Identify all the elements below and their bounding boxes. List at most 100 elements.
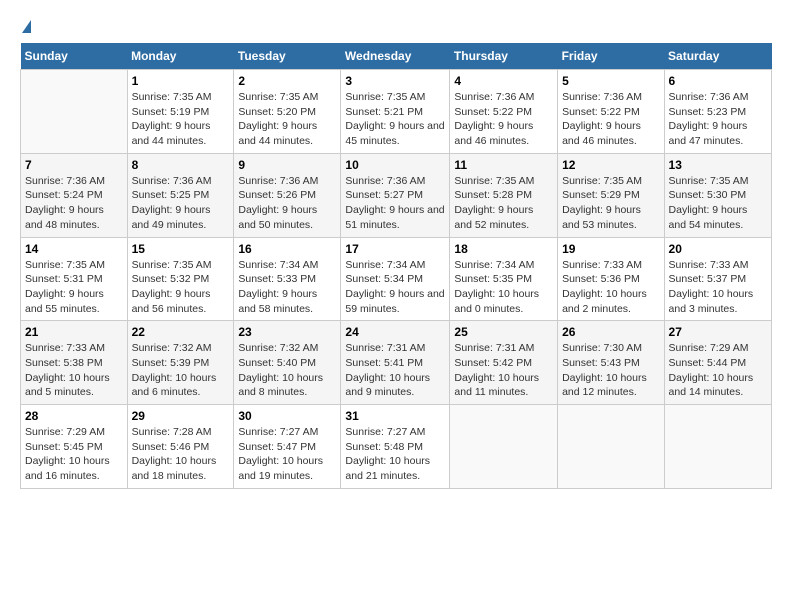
day-number: 1 xyxy=(132,74,230,88)
day-info: Sunrise: 7:36 AMSunset: 5:26 PMDaylight:… xyxy=(238,174,336,233)
day-cell xyxy=(21,70,128,154)
day-number: 26 xyxy=(562,325,659,339)
day-cell: 17 Sunrise: 7:34 AMSunset: 5:34 PMDaylig… xyxy=(341,237,450,321)
day-info: Sunrise: 7:28 AMSunset: 5:46 PMDaylight:… xyxy=(132,425,230,484)
day-info: Sunrise: 7:35 AMSunset: 5:20 PMDaylight:… xyxy=(238,90,336,149)
day-info: Sunrise: 7:35 AMSunset: 5:29 PMDaylight:… xyxy=(562,174,659,233)
day-cell xyxy=(558,405,664,489)
day-number: 3 xyxy=(345,74,445,88)
week-row-3: 14 Sunrise: 7:35 AMSunset: 5:31 PMDaylig… xyxy=(21,237,772,321)
day-cell: 10 Sunrise: 7:36 AMSunset: 5:27 PMDaylig… xyxy=(341,153,450,237)
day-cell: 20 Sunrise: 7:33 AMSunset: 5:37 PMDaylig… xyxy=(664,237,771,321)
header xyxy=(20,20,772,33)
header-day-thursday: Thursday xyxy=(450,43,558,70)
day-info: Sunrise: 7:36 AMSunset: 5:22 PMDaylight:… xyxy=(454,90,553,149)
day-number: 15 xyxy=(132,242,230,256)
day-info: Sunrise: 7:36 AMSunset: 5:23 PMDaylight:… xyxy=(669,90,767,149)
day-number: 23 xyxy=(238,325,336,339)
day-number: 28 xyxy=(25,409,123,423)
day-cell: 30 Sunrise: 7:27 AMSunset: 5:47 PMDaylig… xyxy=(234,405,341,489)
day-cell: 27 Sunrise: 7:29 AMSunset: 5:44 PMDaylig… xyxy=(664,321,771,405)
header-day-monday: Monday xyxy=(127,43,234,70)
day-number: 14 xyxy=(25,242,123,256)
day-cell: 29 Sunrise: 7:28 AMSunset: 5:46 PMDaylig… xyxy=(127,405,234,489)
day-info: Sunrise: 7:35 AMSunset: 5:32 PMDaylight:… xyxy=(132,258,230,317)
week-row-1: 1 Sunrise: 7:35 AMSunset: 5:19 PMDayligh… xyxy=(21,70,772,154)
day-cell xyxy=(450,405,558,489)
week-row-4: 21 Sunrise: 7:33 AMSunset: 5:38 PMDaylig… xyxy=(21,321,772,405)
day-number: 25 xyxy=(454,325,553,339)
day-number: 21 xyxy=(25,325,123,339)
day-number: 10 xyxy=(345,158,445,172)
day-info: Sunrise: 7:36 AMSunset: 5:25 PMDaylight:… xyxy=(132,174,230,233)
day-cell: 16 Sunrise: 7:34 AMSunset: 5:33 PMDaylig… xyxy=(234,237,341,321)
day-info: Sunrise: 7:36 AMSunset: 5:22 PMDaylight:… xyxy=(562,90,659,149)
day-cell: 2 Sunrise: 7:35 AMSunset: 5:20 PMDayligh… xyxy=(234,70,341,154)
header-day-tuesday: Tuesday xyxy=(234,43,341,70)
day-info: Sunrise: 7:32 AMSunset: 5:39 PMDaylight:… xyxy=(132,341,230,400)
day-cell: 9 Sunrise: 7:36 AMSunset: 5:26 PMDayligh… xyxy=(234,153,341,237)
day-cell: 23 Sunrise: 7:32 AMSunset: 5:40 PMDaylig… xyxy=(234,321,341,405)
day-cell: 31 Sunrise: 7:27 AMSunset: 5:48 PMDaylig… xyxy=(341,405,450,489)
day-cell: 26 Sunrise: 7:30 AMSunset: 5:43 PMDaylig… xyxy=(558,321,664,405)
header-day-saturday: Saturday xyxy=(664,43,771,70)
day-cell: 5 Sunrise: 7:36 AMSunset: 5:22 PMDayligh… xyxy=(558,70,664,154)
day-info: Sunrise: 7:34 AMSunset: 5:35 PMDaylight:… xyxy=(454,258,553,317)
day-cell: 15 Sunrise: 7:35 AMSunset: 5:32 PMDaylig… xyxy=(127,237,234,321)
day-cell: 28 Sunrise: 7:29 AMSunset: 5:45 PMDaylig… xyxy=(21,405,128,489)
header-day-wednesday: Wednesday xyxy=(341,43,450,70)
day-info: Sunrise: 7:35 AMSunset: 5:19 PMDaylight:… xyxy=(132,90,230,149)
day-number: 30 xyxy=(238,409,336,423)
day-number: 20 xyxy=(669,242,767,256)
header-day-friday: Friday xyxy=(558,43,664,70)
day-number: 29 xyxy=(132,409,230,423)
day-info: Sunrise: 7:35 AMSunset: 5:28 PMDaylight:… xyxy=(454,174,553,233)
day-info: Sunrise: 7:30 AMSunset: 5:43 PMDaylight:… xyxy=(562,341,659,400)
day-info: Sunrise: 7:31 AMSunset: 5:41 PMDaylight:… xyxy=(345,341,445,400)
day-cell: 24 Sunrise: 7:31 AMSunset: 5:41 PMDaylig… xyxy=(341,321,450,405)
day-number: 16 xyxy=(238,242,336,256)
day-info: Sunrise: 7:27 AMSunset: 5:48 PMDaylight:… xyxy=(345,425,445,484)
day-info: Sunrise: 7:27 AMSunset: 5:47 PMDaylight:… xyxy=(238,425,336,484)
day-cell: 3 Sunrise: 7:35 AMSunset: 5:21 PMDayligh… xyxy=(341,70,450,154)
day-info: Sunrise: 7:36 AMSunset: 5:24 PMDaylight:… xyxy=(25,174,123,233)
day-info: Sunrise: 7:35 AMSunset: 5:21 PMDaylight:… xyxy=(345,90,445,149)
day-cell: 18 Sunrise: 7:34 AMSunset: 5:35 PMDaylig… xyxy=(450,237,558,321)
day-info: Sunrise: 7:31 AMSunset: 5:42 PMDaylight:… xyxy=(454,341,553,400)
day-cell: 21 Sunrise: 7:33 AMSunset: 5:38 PMDaylig… xyxy=(21,321,128,405)
day-number: 27 xyxy=(669,325,767,339)
day-number: 9 xyxy=(238,158,336,172)
day-number: 18 xyxy=(454,242,553,256)
day-number: 11 xyxy=(454,158,553,172)
day-info: Sunrise: 7:33 AMSunset: 5:36 PMDaylight:… xyxy=(562,258,659,317)
day-info: Sunrise: 7:34 AMSunset: 5:33 PMDaylight:… xyxy=(238,258,336,317)
header-day-sunday: Sunday xyxy=(21,43,128,70)
header-row: SundayMondayTuesdayWednesdayThursdayFrid… xyxy=(21,43,772,70)
calendar-table: SundayMondayTuesdayWednesdayThursdayFrid… xyxy=(20,43,772,489)
day-number: 22 xyxy=(132,325,230,339)
day-info: Sunrise: 7:36 AMSunset: 5:27 PMDaylight:… xyxy=(345,174,445,233)
day-info: Sunrise: 7:33 AMSunset: 5:37 PMDaylight:… xyxy=(669,258,767,317)
day-number: 17 xyxy=(345,242,445,256)
calendar-body: 1 Sunrise: 7:35 AMSunset: 5:19 PMDayligh… xyxy=(21,70,772,489)
day-info: Sunrise: 7:33 AMSunset: 5:38 PMDaylight:… xyxy=(25,341,123,400)
day-cell: 12 Sunrise: 7:35 AMSunset: 5:29 PMDaylig… xyxy=(558,153,664,237)
logo-triangle-icon xyxy=(22,20,31,33)
day-cell xyxy=(664,405,771,489)
day-info: Sunrise: 7:29 AMSunset: 5:45 PMDaylight:… xyxy=(25,425,123,484)
day-number: 5 xyxy=(562,74,659,88)
day-number: 19 xyxy=(562,242,659,256)
calendar-header: SundayMondayTuesdayWednesdayThursdayFrid… xyxy=(21,43,772,70)
day-number: 7 xyxy=(25,158,123,172)
day-number: 13 xyxy=(669,158,767,172)
day-cell: 11 Sunrise: 7:35 AMSunset: 5:28 PMDaylig… xyxy=(450,153,558,237)
day-cell: 8 Sunrise: 7:36 AMSunset: 5:25 PMDayligh… xyxy=(127,153,234,237)
day-info: Sunrise: 7:34 AMSunset: 5:34 PMDaylight:… xyxy=(345,258,445,317)
day-info: Sunrise: 7:32 AMSunset: 5:40 PMDaylight:… xyxy=(238,341,336,400)
day-number: 4 xyxy=(454,74,553,88)
day-info: Sunrise: 7:29 AMSunset: 5:44 PMDaylight:… xyxy=(669,341,767,400)
day-cell: 6 Sunrise: 7:36 AMSunset: 5:23 PMDayligh… xyxy=(664,70,771,154)
day-cell: 13 Sunrise: 7:35 AMSunset: 5:30 PMDaylig… xyxy=(664,153,771,237)
day-number: 8 xyxy=(132,158,230,172)
day-cell: 7 Sunrise: 7:36 AMSunset: 5:24 PMDayligh… xyxy=(21,153,128,237)
